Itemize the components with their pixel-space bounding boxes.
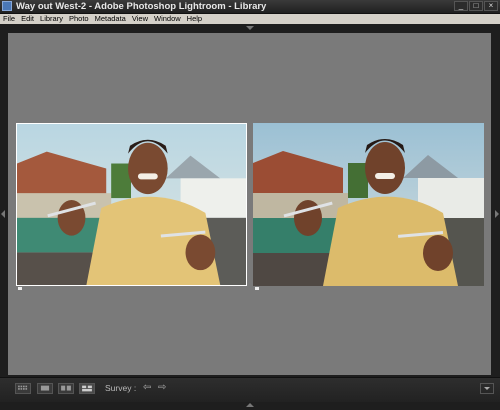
window-controls: _ □ × (454, 1, 498, 11)
right-panel-toggle-icon[interactable] (495, 210, 499, 218)
menu-help[interactable]: Help (184, 14, 205, 24)
survey-view-icon[interactable] (79, 383, 95, 394)
bottom-toolbar: Survey : ⇦ ⇨ (0, 377, 500, 402)
lightroom-icon (2, 1, 12, 11)
right-panel-toggle-strip[interactable] (493, 32, 500, 375)
maximize-icon[interactable]: □ (469, 1, 483, 11)
loupe-view-icon[interactable] (37, 383, 53, 394)
minimize-icon[interactable]: _ (454, 1, 468, 11)
photo-selected[interactable] (16, 123, 247, 286)
photo-image (17, 124, 246, 285)
menu-edit[interactable]: Edit (18, 14, 37, 24)
title-bar: Way out West-2 - Adobe Photoshop Lightro… (0, 0, 500, 14)
survey-label: Survey : (105, 383, 137, 393)
photo-candidate[interactable] (253, 123, 484, 286)
toolbar-options-dropdown[interactable] (480, 383, 494, 394)
lightroom-window: Way out West-2 - Adobe Photoshop Lightro… (0, 0, 500, 410)
menu-bar: File Edit Library Photo Metadata View Wi… (0, 14, 500, 24)
top-panel-toggle-icon[interactable] (246, 26, 254, 30)
left-panel-toggle-icon[interactable] (1, 210, 5, 218)
window-title: Way out West-2 - Adobe Photoshop Lightro… (16, 1, 267, 12)
left-arrow-icon[interactable]: ⇦ (143, 382, 151, 394)
photo-candidate-marker (255, 287, 259, 290)
left-panel-toggle-strip[interactable] (0, 32, 7, 375)
menu-window[interactable]: Window (151, 14, 184, 24)
close-icon[interactable]: × (484, 1, 498, 11)
menu-view[interactable]: View (129, 14, 151, 24)
grid-view-icon[interactable] (15, 383, 31, 394)
compare-view-icon[interactable] (58, 383, 74, 394)
survey-canvas (8, 33, 491, 375)
photo-selected-marker (18, 287, 22, 290)
menu-photo[interactable]: Photo (66, 14, 92, 24)
menu-metadata[interactable]: Metadata (92, 14, 129, 24)
bottom-panel-toggle-icon[interactable] (246, 403, 254, 407)
menu-file[interactable]: File (0, 14, 18, 24)
menu-library[interactable]: Library (37, 14, 66, 24)
photo-image (253, 123, 484, 286)
right-arrow-icon[interactable]: ⇨ (158, 382, 166, 394)
